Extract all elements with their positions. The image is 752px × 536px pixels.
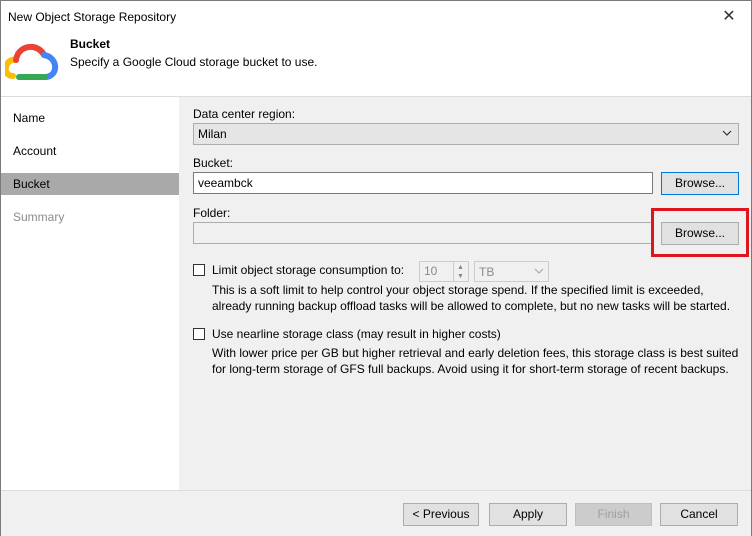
nearline-description: With lower price per GB but higher retri…	[212, 346, 739, 376]
page-title: Bucket	[70, 37, 111, 51]
bucket-form: Data center region: Milan Bucket: Browse…	[180, 97, 751, 490]
region-select[interactable]: Milan	[193, 123, 739, 145]
folder-label: Folder:	[193, 206, 231, 220]
chevron-down-icon	[534, 268, 544, 274]
title-bar: New Object Storage Repository ✕	[1, 1, 751, 32]
nearline-label[interactable]: Use nearline storage class (may result i…	[212, 327, 501, 341]
sidebar-item-account[interactable]: Account	[1, 140, 179, 162]
google-cloud-icon	[5, 43, 59, 80]
close-icon[interactable]: ✕	[719, 6, 739, 26]
dialog-window: New Object Storage Repository ✕ Bucket S…	[0, 0, 752, 536]
bucket-input[interactable]	[193, 172, 653, 194]
wizard-footer: < Previous Apply Finish Cancel	[1, 490, 751, 536]
limit-consumption-label[interactable]: Limit object storage consumption to:	[212, 263, 404, 277]
wizard-steps-sidebar: Name Account Bucket Summary	[1, 97, 179, 490]
limit-unit-select: TB	[474, 261, 549, 282]
sidebar-item-bucket[interactable]: Bucket	[1, 173, 179, 195]
region-label: Data center region:	[193, 107, 296, 121]
previous-button[interactable]: < Previous	[403, 503, 479, 526]
limit-value-stepper: 10 ▲ ▼	[419, 261, 469, 282]
limit-value: 10	[424, 264, 438, 278]
sidebar-item-name[interactable]: Name	[1, 107, 179, 129]
page-subtitle: Specify a Google Cloud storage bucket to…	[70, 55, 318, 69]
region-value: Milan	[198, 127, 227, 141]
spin-up-icon: ▲	[457, 264, 464, 271]
nearline-checkbox[interactable]	[193, 328, 205, 340]
folder-input[interactable]	[193, 222, 653, 244]
bucket-label: Bucket:	[193, 156, 234, 170]
folder-browse-button[interactable]: Browse...	[661, 222, 739, 245]
wizard-header: Bucket Specify a Google Cloud storage bu…	[1, 32, 751, 97]
spin-down-icon: ▼	[457, 273, 464, 280]
chevron-down-icon	[722, 130, 732, 136]
apply-button[interactable]: Apply	[489, 503, 567, 526]
finish-button: Finish	[575, 503, 652, 526]
window-title: New Object Storage Repository	[8, 10, 177, 24]
sidebar-item-summary: Summary	[13, 210, 65, 224]
cancel-button[interactable]: Cancel	[660, 503, 738, 526]
limit-description: This is a soft limit to help control you…	[212, 283, 731, 313]
limit-consumption-checkbox[interactable]	[193, 264, 205, 276]
limit-unit-value: TB	[479, 265, 495, 279]
bucket-browse-button[interactable]: Browse...	[661, 172, 739, 195]
